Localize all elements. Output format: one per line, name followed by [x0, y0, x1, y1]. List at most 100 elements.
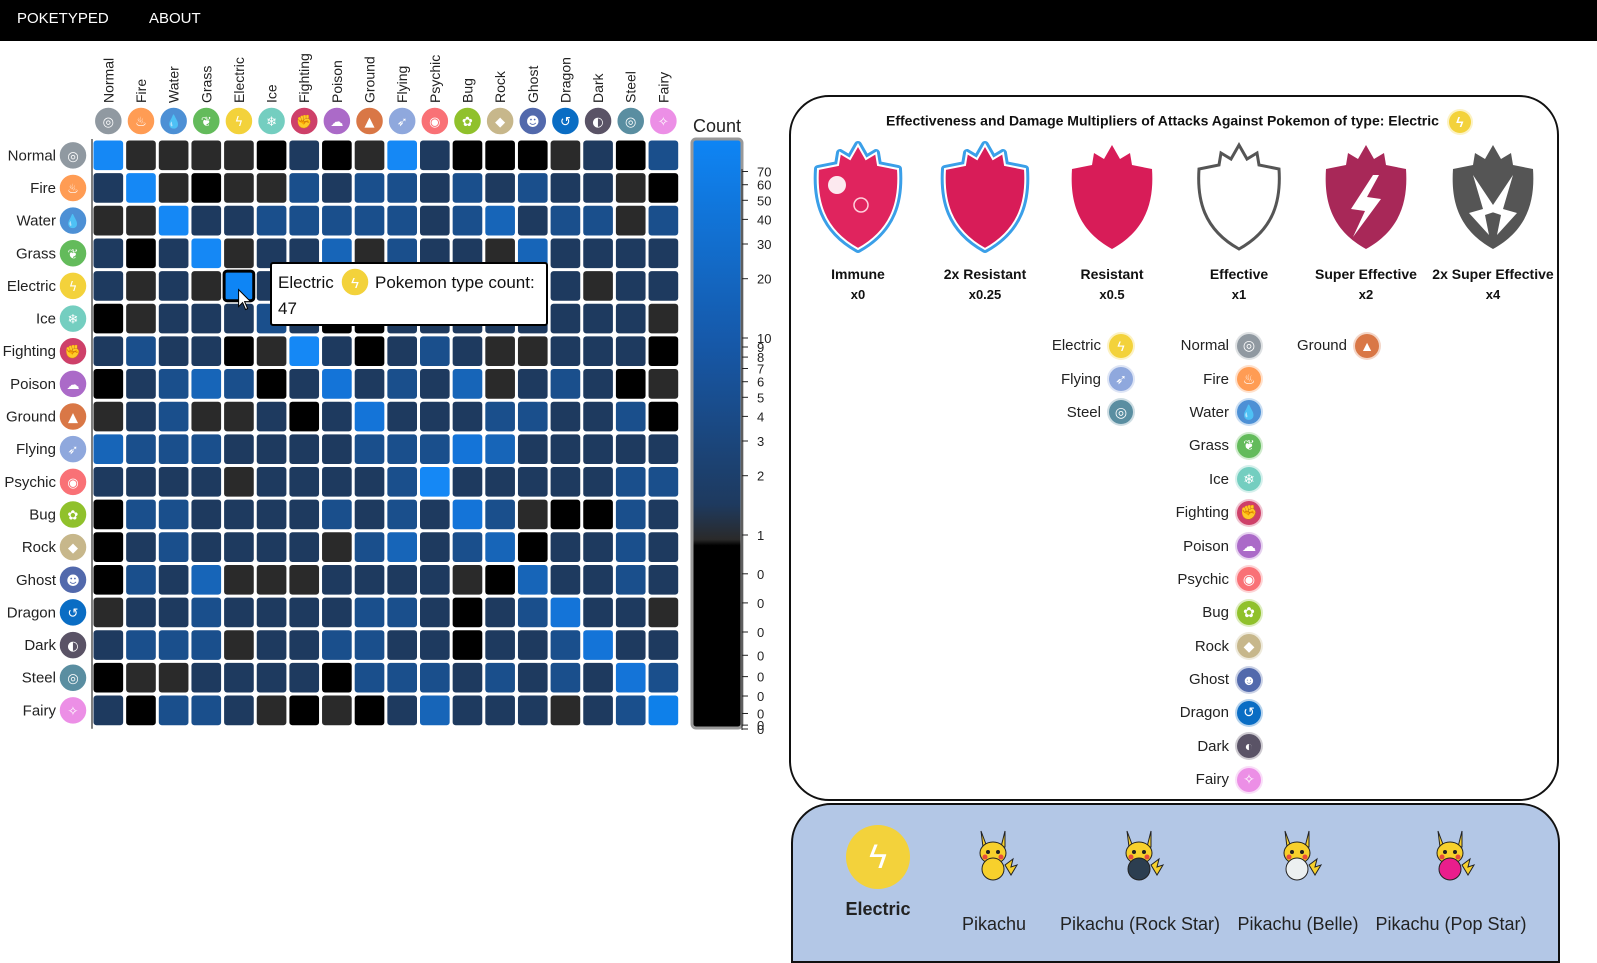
- heatmap-cell[interactable]: [452, 630, 483, 660]
- heatmap-cell[interactable]: [224, 434, 254, 464]
- heatmap-cell[interactable]: [224, 205, 254, 236]
- heatmap-cell[interactable]: [615, 369, 646, 399]
- heatmap-cell[interactable]: [452, 369, 483, 399]
- heatmap-cell[interactable]: [289, 401, 320, 432]
- heatmap-cell[interactable]: [289, 173, 320, 203]
- heatmap-cell[interactable]: [485, 695, 515, 726]
- heatmap-cell[interactable]: [256, 695, 287, 726]
- heatmap-cell[interactable]: [224, 564, 254, 595]
- heatmap-cell[interactable]: [224, 238, 254, 269]
- heatmap-cell[interactable]: [93, 238, 124, 269]
- heatmap-cell[interactable]: [126, 467, 156, 497]
- heatmap-cell[interactable]: [289, 499, 320, 530]
- heatmap-cell[interactable]: [583, 271, 613, 301]
- heatmap-cell[interactable]: [93, 336, 124, 367]
- heatmap-cell[interactable]: [126, 695, 156, 726]
- heatmap-cell[interactable]: [550, 532, 581, 562]
- heatmap-cell[interactable]: [452, 205, 483, 236]
- heatmap-cell[interactable]: [387, 173, 417, 203]
- heatmap-cell[interactable]: [420, 695, 450, 726]
- heatmap-cell[interactable]: [420, 369, 450, 399]
- heatmap-cell[interactable]: [256, 434, 287, 464]
- heatmap-cell[interactable]: [191, 499, 222, 530]
- heatmap-cell[interactable]: [485, 532, 515, 562]
- heatmap-cell[interactable]: [191, 238, 222, 269]
- heatmap-cell[interactable]: [93, 140, 124, 171]
- heatmap-cell[interactable]: [583, 140, 613, 171]
- heatmap-cell[interactable]: [485, 140, 515, 171]
- heatmap-cell[interactable]: [126, 564, 156, 595]
- heatmap-cell[interactable]: [387, 434, 417, 464]
- heatmap-cell[interactable]: [191, 205, 222, 236]
- heatmap-cell[interactable]: [485, 467, 515, 497]
- heatmap-cell[interactable]: [517, 695, 548, 726]
- heatmap-cell[interactable]: [452, 695, 483, 726]
- heatmap-cell[interactable]: [224, 499, 254, 530]
- heatmap-cell[interactable]: [550, 205, 581, 236]
- heatmap-cell[interactable]: [583, 532, 613, 562]
- heatmap-cell[interactable]: [550, 467, 581, 497]
- heatmap-cell[interactable]: [93, 597, 124, 628]
- heatmap-cell[interactable]: [126, 336, 156, 367]
- heatmap-cell[interactable]: [256, 597, 287, 628]
- heatmap-cell[interactable]: [354, 434, 385, 464]
- heatmap-cell[interactable]: [224, 467, 254, 497]
- heatmap-cell[interactable]: [158, 205, 189, 236]
- heatmap-cell[interactable]: [191, 173, 222, 203]
- heatmap-cell[interactable]: [354, 205, 385, 236]
- heatmap-cell[interactable]: [485, 434, 515, 464]
- heatmap-cell[interactable]: [158, 630, 189, 660]
- heatmap-cell[interactable]: [256, 173, 287, 203]
- heatmap-cell[interactable]: [354, 140, 385, 171]
- heatmap-cell[interactable]: [420, 662, 450, 693]
- heatmap-cell[interactable]: [158, 467, 189, 497]
- heatmap-cell[interactable]: [256, 662, 287, 693]
- heatmap-cell[interactable]: [387, 467, 417, 497]
- heatmap-cell[interactable]: [93, 434, 124, 464]
- heatmap-cell[interactable]: [93, 564, 124, 595]
- heatmap-cell[interactable]: [289, 532, 320, 562]
- heatmap-cell[interactable]: [224, 369, 254, 399]
- heatmap-cell[interactable]: [420, 597, 450, 628]
- heatmap-cell[interactable]: [126, 597, 156, 628]
- heatmap-cell[interactable]: [517, 630, 548, 660]
- heatmap-cell[interactable]: [648, 499, 679, 530]
- heatmap-cell[interactable]: [550, 303, 581, 334]
- heatmap-cell[interactable]: [354, 695, 385, 726]
- heatmap-cell[interactable]: [420, 434, 450, 464]
- heatmap-cell[interactable]: [93, 467, 124, 497]
- heatmap-cell[interactable]: [256, 467, 287, 497]
- heatmap-cell[interactable]: [322, 662, 352, 693]
- heatmap-cell[interactable]: [583, 695, 613, 726]
- heatmap-cell[interactable]: [517, 369, 548, 399]
- heatmap-cell[interactable]: [256, 630, 287, 660]
- heatmap-cell[interactable]: [420, 532, 450, 562]
- heatmap-cell[interactable]: [452, 173, 483, 203]
- heatmap-cell[interactable]: [550, 238, 581, 269]
- heatmap-cell[interactable]: [191, 434, 222, 464]
- heatmap-cell[interactable]: [485, 499, 515, 530]
- heatmap-cell[interactable]: [126, 303, 156, 334]
- heatmap-cell[interactable]: [191, 271, 222, 301]
- heatmap-cell[interactable]: [648, 303, 679, 334]
- heatmap-cell[interactable]: [420, 336, 450, 367]
- heatmap-cell[interactable]: [648, 238, 679, 269]
- heatmap-cell[interactable]: [191, 597, 222, 628]
- heatmap-cell[interactable]: [93, 499, 124, 530]
- heatmap-cell[interactable]: [191, 662, 222, 693]
- heatmap-cell[interactable]: [256, 140, 287, 171]
- heatmap-cell[interactable]: [158, 499, 189, 530]
- heatmap-cell[interactable]: [322, 205, 352, 236]
- heatmap-cell[interactable]: [354, 597, 385, 628]
- heatmap-cell[interactable]: [648, 205, 679, 236]
- heatmap-cell[interactable]: [583, 205, 613, 236]
- heatmap-cell[interactable]: [322, 336, 352, 367]
- heatmap-cell[interactable]: [354, 564, 385, 595]
- heatmap-cell[interactable]: [224, 336, 254, 367]
- heatmap-cell[interactable]: [126, 205, 156, 236]
- heatmap-cell[interactable]: [158, 336, 189, 367]
- heatmap-cell[interactable]: [322, 173, 352, 203]
- heatmap-cell[interactable]: [322, 597, 352, 628]
- heatmap-cell[interactable]: [354, 173, 385, 203]
- heatmap-cell[interactable]: [256, 401, 287, 432]
